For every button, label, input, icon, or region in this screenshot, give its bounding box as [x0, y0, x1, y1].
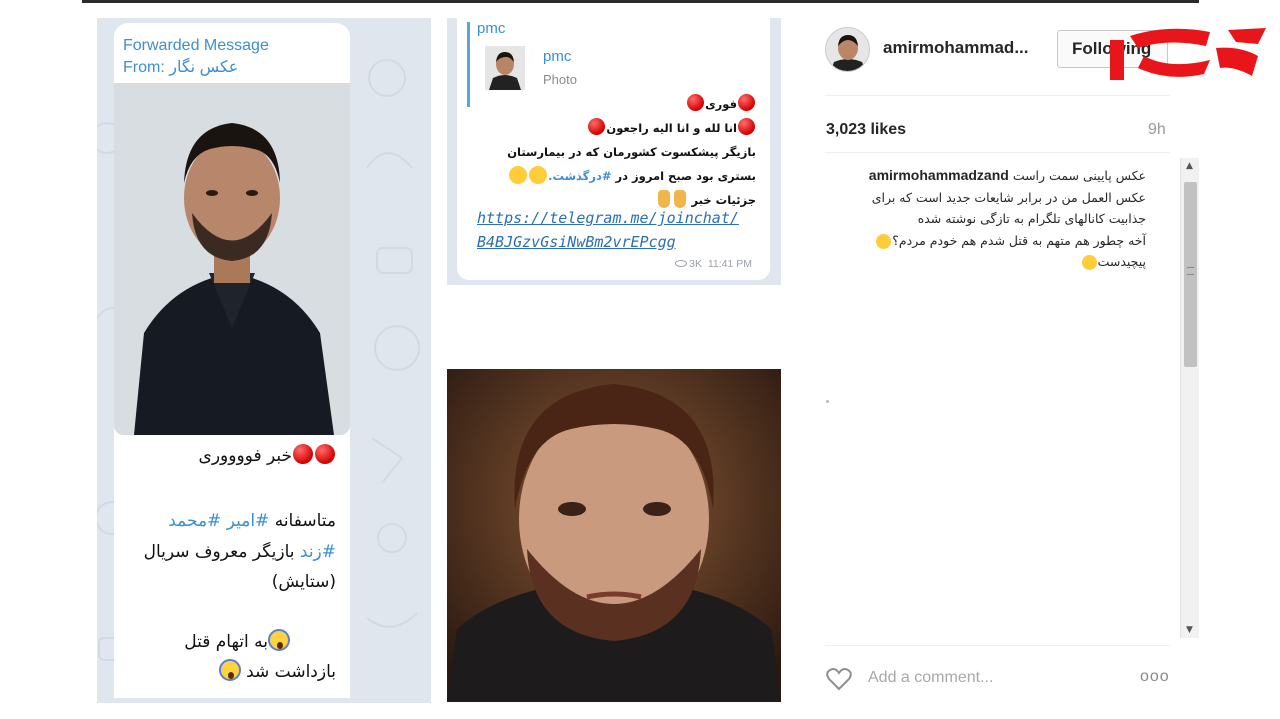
- line1-prefix: متاسفانه: [274, 511, 336, 531]
- actor-photo-1[interactable]: [114, 83, 350, 435]
- header-divider: [825, 95, 1170, 96]
- post-line-3: بازیگر پیشکسوت کشورمان که در بیمارستان: [507, 145, 756, 159]
- scroll-grip-icon: [1187, 267, 1194, 275]
- post-line-1: فوری: [466, 92, 756, 116]
- post-age[interactable]: 9h: [1148, 121, 1166, 139]
- line4-text: به اتهام قتل: [184, 632, 268, 652]
- message-line-1: متاسفانه #امیر #محمد: [168, 508, 336, 534]
- caption-line1-text: عکس پایینی سمت راست: [1012, 168, 1146, 183]
- message-line-3: (ستایش): [271, 572, 336, 592]
- sad-emoji-icon: [529, 166, 548, 184]
- likes-divider: [825, 152, 1170, 153]
- post-line5-text: جزئیات خبر: [691, 193, 756, 207]
- from-name[interactable]: عکس نگار: [169, 59, 238, 76]
- scroll-up-icon[interactable]: ▲: [1186, 161, 1193, 171]
- post-line4-prefix: بستری بود صبح امروز در: [615, 169, 756, 183]
- profile-username[interactable]: amirmohammad...: [883, 38, 1029, 58]
- actor-reaction-illustration: [447, 369, 781, 702]
- caption-line-3: جذابیت کانالهای تلگرام به تازگی نوشته شد…: [917, 211, 1146, 226]
- reply-name: pmc: [543, 48, 572, 65]
- message-bubble[interactable]: Forwarded Message From: عکس نگار خبر فوو…: [114, 23, 350, 698]
- from-label: From:: [123, 59, 165, 76]
- more-dots-icon[interactable]: ooo: [1140, 668, 1170, 686]
- caption-line-4: آخه چطور هم متهم به قتل شدم هم خودم مردم…: [826, 230, 1146, 252]
- headline-text: خبر فووووری: [198, 446, 292, 466]
- caption-line5-text: پیچیدست: [1097, 254, 1146, 269]
- forward-from[interactable]: From: عکس نگار: [123, 57, 269, 79]
- caption-username[interactable]: amirmohammadzand: [869, 167, 1009, 183]
- comments-scrollbar[interactable]: ▲ ▼: [1180, 158, 1199, 638]
- post-line-4: بستری بود صبح امروز در #درگذشت.: [466, 164, 756, 188]
- caption-line-5: پیچیدست: [826, 251, 1146, 273]
- red-circle-icon: [687, 94, 705, 111]
- actor-photo-2[interactable]: [447, 369, 781, 702]
- faint-dot: [826, 400, 829, 403]
- reply-type: Photo: [543, 72, 577, 87]
- comment-divider: [825, 645, 1170, 646]
- eye-icon: [675, 260, 688, 267]
- hashtag-dargozasht[interactable]: #درگذشت.: [548, 169, 611, 183]
- line2-rest: بازیگر معروف سریال: [143, 542, 295, 562]
- forward-header: Forwarded Message From: عکس نگار: [123, 35, 269, 79]
- scroll-thumb[interactable]: [1184, 182, 1197, 367]
- post-caption: عکس پایینی سمت راست amirmohammadzand عکس…: [826, 165, 1146, 273]
- scream-emoji-icon: [218, 659, 241, 681]
- message-line-4: به اتهام قتل: [184, 629, 290, 655]
- telegram-forwarded-panel: Forwarded Message From: عکس نگار خبر فوو…: [97, 18, 431, 703]
- join-link-line-1[interactable]: https://telegram.me/joinchat/: [477, 206, 739, 230]
- rokna-logo: [1110, 28, 1266, 80]
- join-link-line-2[interactable]: B4BJGzvGsiNwBm2vrEPcgg: [477, 230, 739, 254]
- actor-portrait-illustration: [114, 83, 350, 435]
- thumbnail-illustration: [485, 46, 525, 90]
- hashtag-zand[interactable]: #زند: [300, 542, 336, 562]
- message-line-2: #زند بازیگر معروف سریال: [144, 539, 336, 565]
- hashtag-amir[interactable]: #امیر: [227, 511, 270, 531]
- post-time: 11:41 PM: [707, 258, 752, 270]
- red-circle-icon: [738, 118, 755, 135]
- post-line-2: انا لله و انا الیه راجعون: [466, 116, 756, 140]
- join-link[interactable]: https://telegram.me/joinchat/ B4BJGzvGsi…: [477, 206, 739, 254]
- view-count: 3K: [689, 258, 702, 270]
- red-circle-icon: [293, 444, 313, 464]
- scream-emoji-icon: [268, 629, 290, 651]
- scroll-down-icon[interactable]: ▼: [1186, 625, 1193, 635]
- forwarded-label: Forwarded Message: [123, 37, 269, 54]
- hashtag-mohammad[interactable]: #محمد: [168, 511, 221, 531]
- caption-line-2: عکس العمل من در برابر شایعات جدید است که…: [871, 189, 1146, 205]
- sad-emoji-icon: [1081, 255, 1097, 270]
- sad-emoji-icon: [876, 233, 892, 249]
- red-circle-icon: [738, 94, 755, 111]
- red-circle-icon: [588, 118, 606, 135]
- likes-count[interactable]: 3,023 likes: [826, 121, 906, 139]
- caption-line-1: عکس پایینی سمت راست amirmohammadzand: [826, 165, 1146, 187]
- telegram-channel-post: pmc pmc Photo فوری انا لله و انا الیه را…: [447, 18, 781, 285]
- caption-line4-text: آخه چطور هم متهم به قتل شدم هم خودم مردم…: [892, 232, 1146, 248]
- post-line1-text: فوری: [705, 97, 737, 111]
- channel-name[interactable]: pmc: [477, 20, 505, 37]
- avatar[interactable]: [825, 27, 870, 72]
- heart-icon[interactable]: [826, 667, 852, 691]
- red-circle-icon: [315, 444, 335, 464]
- sad-emoji-icon: [509, 166, 528, 184]
- message-line-5: بازداشت شد: [218, 659, 336, 685]
- line5-text: بازداشت شد: [246, 662, 336, 682]
- post-line2-text: انا لله و انا الیه راجعون: [606, 121, 737, 135]
- channel-post-bubble[interactable]: pmc pmc Photo فوری انا لله و انا الیه را…: [457, 18, 770, 280]
- post-meta: 3K 11:41 PM: [675, 258, 752, 270]
- top-divider: [82, 0, 1199, 3]
- reply-thumbnail[interactable]: [485, 46, 525, 90]
- headline-line: خبر فووووری: [199, 443, 336, 469]
- avatar-illustration: [826, 28, 869, 71]
- add-comment-input[interactable]: Add a comment...: [868, 669, 993, 687]
